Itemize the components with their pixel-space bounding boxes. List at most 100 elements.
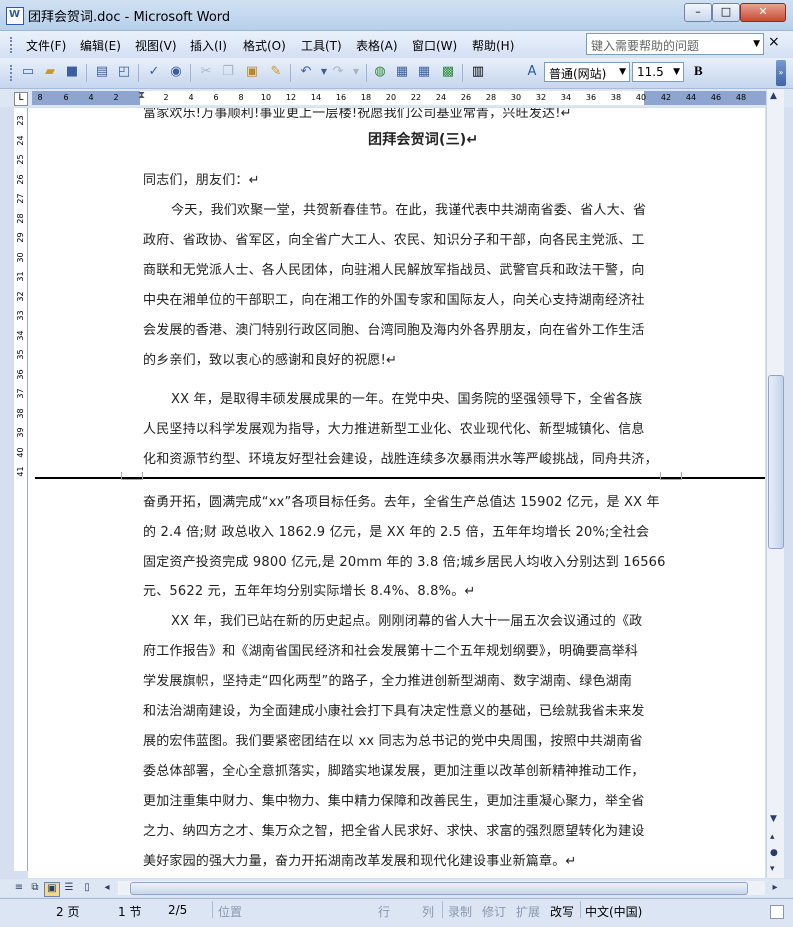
document-text-line[interactable]: 委总体部署，全心全意抓落实，脚踏实地谋发展，更加注重以改革创新精神推动工作， [143,760,645,779]
chevron-down-icon[interactable]: ▼ [619,67,626,77]
scroll-left-icon[interactable]: ◂ [100,882,114,895]
document-text-line[interactable]: 更加注重集中财力、集中物力、集中精力保障和改善民生，更加注重凝心聚力，举全省 [143,790,645,809]
document-text-line[interactable]: 会发展的香港、澳门特别行政区同胞、台湾同胞及海内外各界朋友，向在省外工作生活 [143,319,645,338]
spelling-icon[interactable]: ✓ [146,64,162,80]
indent-marker-icon[interactable]: ⧗ [138,90,145,101]
vertical-ruler-label: 26 [16,173,25,185]
hyperlink-icon[interactable]: ◍ [372,64,388,80]
normal-view-icon[interactable]: ≡ [12,882,26,895]
reading-layout-view-icon[interactable]: ▯ [80,882,94,895]
new-document-icon[interactable]: ▭ [20,64,36,80]
research-icon[interactable]: ◉ [168,64,184,80]
document-text-line[interactable]: 的 2.4 倍;财 政总收入 1862.9 亿元，是 XX 年的 2.5 倍，五… [143,521,649,540]
columns-icon[interactable]: ▥ [470,64,486,80]
document-text-line[interactable]: 学发展旗帜，坚持走“四化两型”的路子，全力推进创新型湖南、数字湖南、绿色湖南 [143,670,632,689]
menu-file[interactable]: 文件(F) [26,37,66,54]
document-text-line[interactable]: 人民坚持以科学发展观为指导，大力推进新型工业化、农业现代化、新型城镇化、信息 [143,418,645,437]
vertical-ruler[interactable]: 23 24 25 26 27 28 29 30 31 32 33 34 35 36 37 38 39 40 41 [14,108,28,871]
help-search-box[interactable]: 键入需要帮助的问题 ▼ [586,33,764,55]
scroll-up-icon[interactable]: ▲ [770,91,777,101]
document-text-line[interactable]: 化和资源节约型、环境友好型社会建设，战胜连续多次暴雨洪水等严峻挑战，同舟共济， [143,448,658,467]
status-language[interactable]: 中文(中国) [585,903,642,920]
status-page: 2 页 [56,905,80,919]
document-text-line[interactable]: 的乡亲们，致以衷心的感谢和良好的祝愿!↵ [143,349,397,368]
style-dropdown[interactable]: 普通(网站) ▼ [544,62,630,82]
format-painter-icon[interactable]: ✎ [268,64,284,80]
save-icon[interactable]: ■ [64,64,80,80]
chevron-down-icon[interactable]: ▼ [753,39,760,49]
status-track-changes[interactable]: 修订 [482,903,506,920]
insert-table-icon[interactable]: ▦ [416,64,432,80]
redo-dropdown-icon[interactable]: ▼ [348,64,364,80]
status-overtype[interactable]: 改写 [550,903,574,920]
status-record[interactable]: 录制 [448,903,472,920]
menu-edit[interactable]: 编辑(E) [80,37,121,54]
undo-icon[interactable]: ↶ [298,64,314,80]
font-size-dropdown[interactable]: 11.5 ▼ [632,62,684,82]
tab-selector-icon[interactable]: L [14,92,28,106]
title-bar: W 团拜会贺词.doc - Microsoft Word – □ ✕ [0,0,793,31]
status-extend[interactable]: 扩展 [516,903,540,920]
menu-insert[interactable]: 插入(I) [190,37,227,54]
previous-page-icon[interactable]: ▴ [770,832,775,842]
styles-formatting-icon[interactable]: A [524,64,540,80]
scroll-down-icon[interactable]: ▼ [770,814,777,824]
ruler-tick-label: 28 [485,93,497,102]
tables-borders-icon[interactable]: ▦ [394,64,410,80]
select-browse-object-icon[interactable]: ● [770,848,778,858]
document-text-line[interactable]: 奋勇开拓，圆满完成“xx”各项目标任务。去年，全省生产总值达 15902 亿元，… [143,491,660,510]
menu-format[interactable]: 格式(O) [243,37,286,54]
document-page[interactable]: 富家欢乐!万事顺利!事业更上一层楼!祝愿我们公司基业常青，兴旺发达!↵ 团拜会贺词… [28,108,765,878]
maximize-button[interactable]: □ [712,3,740,22]
next-page-icon[interactable]: ▾ [770,864,775,874]
document-text-line[interactable]: 固定资产投资完成 9800 亿元,是 20mm 年的 3.8 倍;城乡居民人均收… [143,551,666,570]
document-text-line[interactable]: 府工作报告》和《湖南省国民经济和社会发展第十二个五年规划纲要》，明确要高举科 [143,640,638,659]
paste-icon[interactable]: ▣ [244,64,260,80]
document-text-line[interactable]: 今天，我们欢聚一堂，共贺新春佳节。在此，我谨代表中共湖南省委、省人大、省 [171,199,646,218]
document-text-line[interactable]: 富家欢乐!万事顺利!事业更上一层楼!祝愿我们公司基业常青，兴旺发达!↵ [143,108,572,121]
menu-view[interactable]: 视图(V) [135,37,177,54]
toolbar2-options-chevron-icon[interactable]: » [776,60,786,86]
horizontal-scroll-thumb[interactable] [130,882,748,895]
word-app-icon[interactable]: W [6,7,24,25]
copy-icon[interactable]: ❐ [220,64,236,80]
insert-excel-icon[interactable]: ▩ [440,64,456,80]
redo-icon[interactable]: ↷ [330,64,346,80]
close-button[interactable]: ✕ [740,3,786,22]
document-heading[interactable]: 团拜会贺词(三)↵ [368,129,478,149]
scroll-right-icon[interactable]: ▸ [768,882,782,895]
menubar-grip[interactable] [10,37,16,53]
document-text-line[interactable]: XX 年，是取得丰硕发展成果的一年。在党中央、国务院的坚强领导下，全省各族 [171,388,642,407]
cut-icon[interactable]: ✂ [198,64,214,80]
open-folder-icon[interactable]: ▰ [42,64,58,80]
document-text-line[interactable]: 商联和无党派人士、各人民团体，向驻湘人民解放军指战员、武警官兵和政法干警，向 [143,259,645,278]
ruler-tick-label: 40 [635,93,647,102]
horizontal-scrollbar[interactable] [118,881,765,895]
outline-view-icon[interactable]: ☰ [62,882,76,895]
spelling-status-icon[interactable] [770,905,784,919]
document-text-line[interactable]: 元、5622 元，五年年均分别实际增长 8.4%、8.8%。↵ [143,580,476,599]
print-icon[interactable]: ▤ [94,64,110,80]
print-layout-view-icon[interactable]: ▣ [44,882,60,897]
menu-window[interactable]: 窗口(W) [412,37,457,54]
toolbar-grip[interactable] [10,65,16,81]
document-text-line[interactable]: 政府、省政协、省军区，向全省广大工人、农民、知识分子和干部，向各民主党派、工 [143,229,645,248]
bold-button[interactable]: B [694,63,703,79]
menu-tools[interactable]: 工具(T) [301,37,342,54]
menu-help[interactable]: 帮助(H) [472,37,514,54]
minimize-button[interactable]: – [684,3,712,22]
close-document-icon[interactable]: × [768,34,780,50]
print-preview-icon[interactable]: ◰ [116,64,132,80]
menu-table[interactable]: 表格(A) [356,37,398,54]
chevron-down-icon[interactable]: ▼ [673,67,680,77]
document-text-line[interactable]: 美好家园的强大力量，奋力开拓湖南改革发展和现代化建设事业新篇章。↵ [143,850,577,869]
document-text-line[interactable]: XX 年，我们已站在新的历史起点。刚刚闭幕的省人大十一届五次会议通过的《政 [171,610,642,629]
vertical-scrollbar[interactable]: ▲ ▼ ▴ ● ▾ [766,89,784,878]
document-text-line[interactable]: 展的宏伟蓝图。我们要紧密团结在以 xx 同志为总书记的党中央周围，按照中共湖南省 [143,730,643,749]
document-text-line[interactable]: 中央在湘单位的干部职工，向在湘工作的外国专家和国际友人，向关心支持湖南经济社 [143,289,645,308]
document-text-line[interactable]: 之力、纳四方之才、集万众之智，把全省人民求好、求快、求富的强烈愿望转化为建设 [143,820,645,839]
document-text-line[interactable]: 同志们，朋友们：↵ [143,169,260,188]
web-layout-view-icon[interactable]: ⧉ [28,882,42,895]
document-text-line[interactable]: 和法治湖南建设，为全面建成小康社会打下具有决定性意义的基础，已绘就我省未来发 [143,700,645,719]
vertical-scroll-thumb[interactable] [768,375,784,549]
